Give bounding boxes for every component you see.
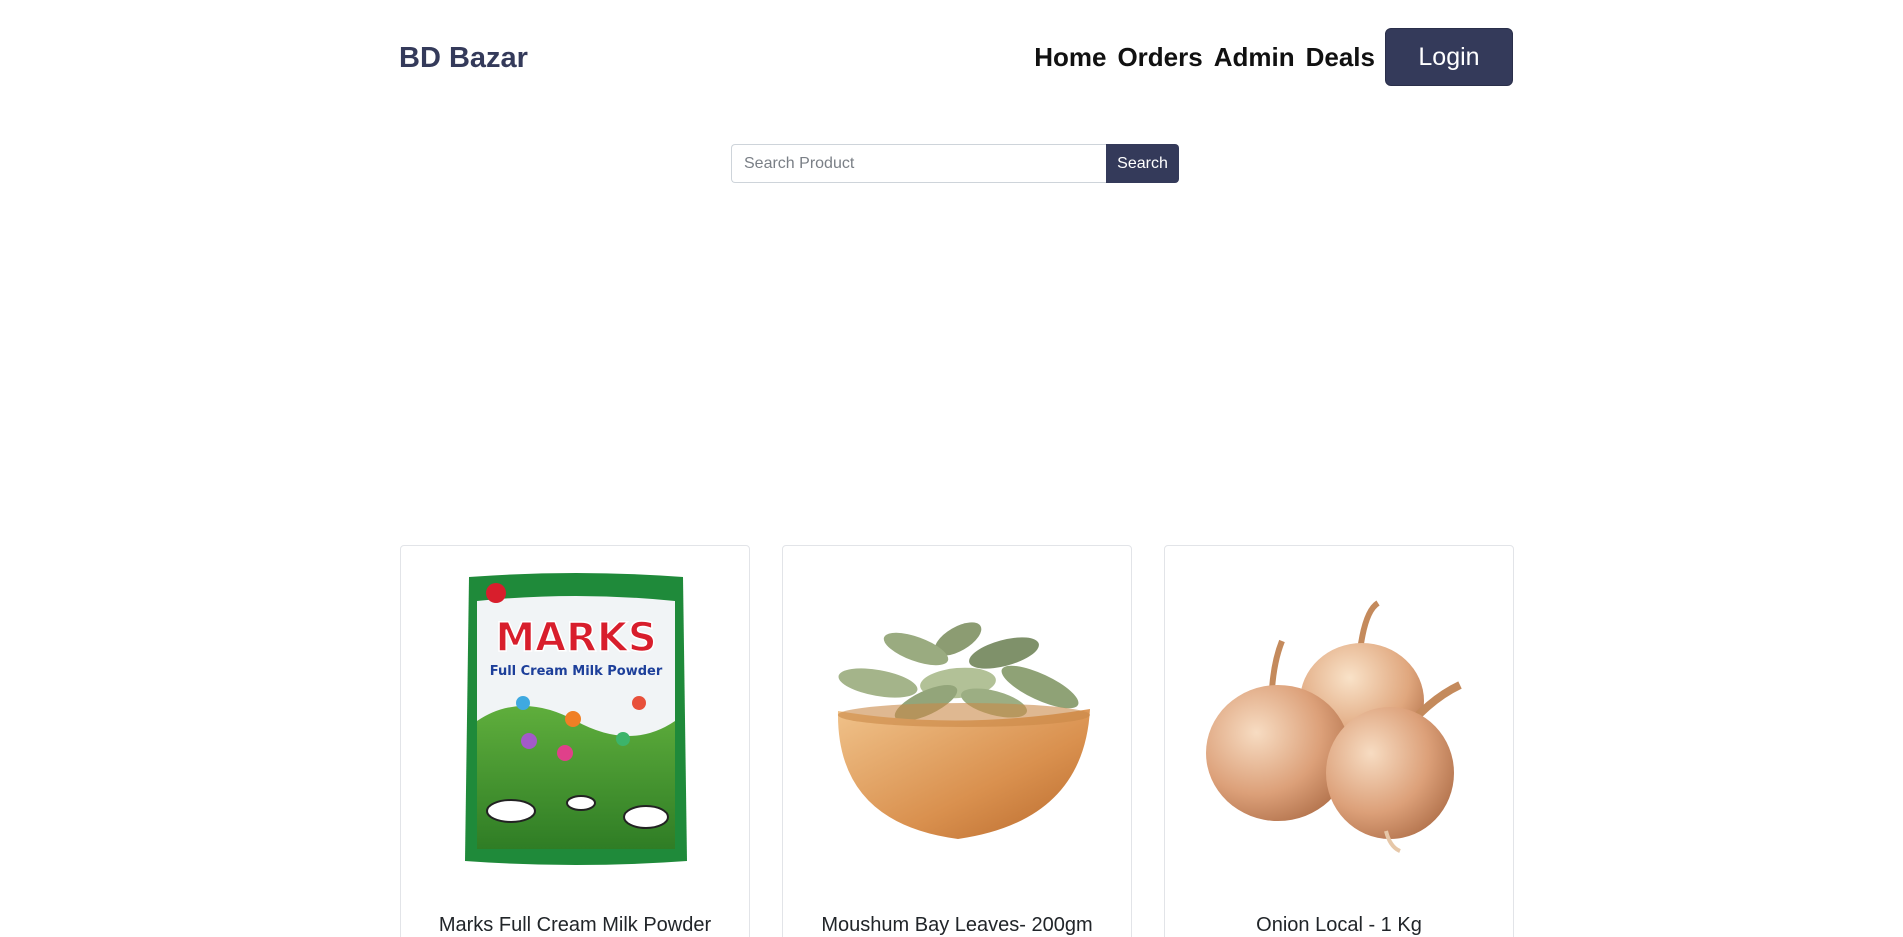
- main-nav: Home Orders Admin Deals Login: [1034, 28, 1513, 86]
- product-title[interactable]: Moushum Bay Leaves- 200gm: [783, 914, 1131, 937]
- milk-powder-pack-image: MARKS Full Cream Milk Powder: [465, 573, 687, 865]
- login-button[interactable]: Login: [1385, 28, 1513, 86]
- nav-deals-link[interactable]: Deals: [1306, 36, 1375, 78]
- pack-brand-text: MARKS: [495, 615, 656, 661]
- product-card[interactable]: Moushum Bay Leaves- 200gm: [782, 545, 1132, 937]
- site-header: BD Bazar Home Orders Admin Deals Login: [399, 28, 1513, 88]
- nav-orders-link[interactable]: Orders: [1117, 36, 1202, 78]
- pack-line-text: Full Cream Milk Powder: [490, 664, 663, 679]
- product-card[interactable]: Onion Local - 1 Kg: [1164, 545, 1514, 937]
- search-bar: Search: [731, 144, 1179, 183]
- nav-home-link[interactable]: Home: [1034, 36, 1106, 78]
- search-input[interactable]: [731, 144, 1106, 183]
- product-image-bay-leaves[interactable]: [808, 566, 1108, 876]
- bay-leaves-bowl-image: [837, 622, 1090, 839]
- product-card[interactable]: MARKS Full Cream Milk Powder Marks Full …: [400, 545, 750, 937]
- search-button[interactable]: Search: [1106, 144, 1179, 183]
- onions-image: [1206, 600, 1462, 853]
- product-title[interactable]: Onion Local - 1 Kg: [1165, 914, 1513, 937]
- product-grid: MARKS Full Cream Milk Powder Marks Full …: [400, 545, 1514, 937]
- brand-logo[interactable]: BD Bazar: [399, 42, 528, 75]
- product-title[interactable]: Marks Full Cream Milk Powder: [401, 914, 749, 937]
- nav-admin-link[interactable]: Admin: [1214, 36, 1295, 78]
- product-image-milk-powder[interactable]: MARKS Full Cream Milk Powder: [426, 566, 726, 876]
- product-image-onions[interactable]: [1190, 566, 1490, 876]
